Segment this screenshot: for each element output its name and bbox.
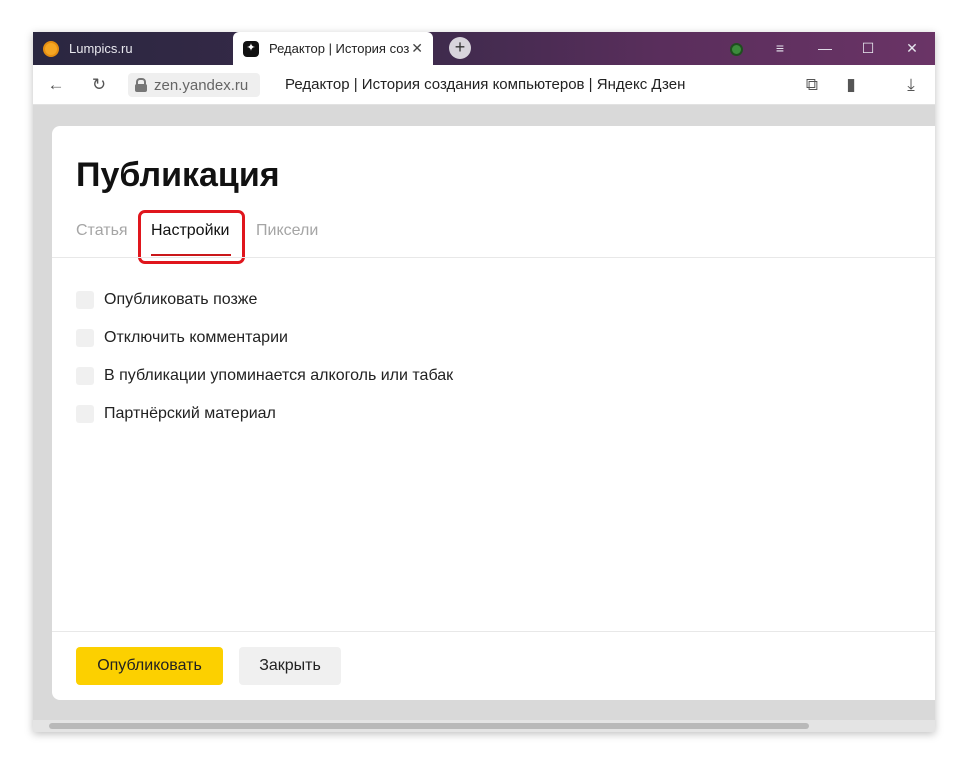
lock-icon — [134, 78, 148, 92]
url-domain: zen.yandex.ru — [154, 76, 249, 94]
maximize-icon[interactable]: ☐ — [853, 32, 883, 65]
tab-bar: Lumpics.ru ✦ Редактор | История соз ✕ + … — [33, 32, 935, 65]
horizontal-scrollbar[interactable] — [33, 720, 935, 732]
settings-tab-highlight — [138, 210, 245, 264]
bookmark-icon[interactable]: ▮ — [837, 65, 865, 105]
publish-button[interactable]: Опубликовать — [76, 647, 223, 685]
url-field[interactable]: zen.yandex.ru — [128, 73, 260, 97]
new-tab-button[interactable]: + — [449, 37, 471, 59]
checkbox[interactable] — [76, 329, 94, 347]
reload-icon[interactable]: ↻ — [85, 65, 113, 105]
tab-title: Редактор | История соз — [269, 41, 409, 56]
address-bar: ← ↻ zen.yandex.ru Редактор | История соз… — [33, 65, 935, 105]
option-label: Опубликовать позже — [104, 291, 258, 308]
checkbox[interactable] — [76, 367, 94, 385]
tab-article[interactable]: Статья — [76, 222, 128, 240]
extensions-icon[interactable]: ⧉ — [798, 65, 826, 105]
tabs-divider — [52, 257, 935, 258]
tab-title: Lumpics.ru — [69, 41, 133, 56]
option-partner-material[interactable]: Партнёрский материал — [76, 402, 276, 426]
dialog-title: Публикация — [76, 156, 280, 194]
option-disable-comments[interactable]: Отключить комментарии — [76, 326, 288, 350]
close-window-icon[interactable]: ✕ — [897, 32, 927, 65]
back-arrow-icon[interactable]: ← — [42, 65, 70, 105]
extension-alien-icon[interactable] — [721, 32, 751, 65]
checkbox[interactable] — [76, 291, 94, 309]
browser-window: Lumpics.ru ✦ Редактор | История соз ✕ + … — [33, 32, 935, 732]
checkbox[interactable] — [76, 405, 94, 423]
publication-dialog: Публикация Статья Настройки Пиксели Опуб… — [52, 126, 935, 700]
tab-lumpics[interactable]: Lumpics.ru — [33, 32, 233, 65]
lumpics-favicon-icon — [43, 40, 59, 57]
scrollbar-thumb[interactable] — [49, 723, 809, 729]
footer-divider — [52, 631, 935, 632]
zen-favicon-icon: ✦ — [243, 40, 259, 57]
tab-pixels[interactable]: Пиксели — [256, 222, 318, 240]
option-alcohol-tobacco[interactable]: В публикации упоминается алкоголь или та… — [76, 364, 453, 388]
option-publish-later[interactable]: Опубликовать позже — [76, 288, 257, 312]
tab-close-icon[interactable]: ✕ — [411, 40, 423, 57]
address-page-title: Редактор | История создания компьютеров … — [285, 76, 686, 93]
menu-icon[interactable]: ≡ — [765, 32, 795, 65]
option-label: Отключить комментарии — [104, 329, 288, 346]
option-label: В публикации упоминается алкоголь или та… — [104, 367, 454, 384]
option-label: Партнёрский материал — [104, 405, 276, 422]
download-icon[interactable]: ⤓ — [897, 65, 925, 105]
tab-zen-editor[interactable]: ✦ Редактор | История соз ✕ — [233, 32, 433, 65]
minimize-icon[interactable]: — — [810, 32, 840, 65]
close-button[interactable]: Закрыть — [239, 647, 341, 685]
